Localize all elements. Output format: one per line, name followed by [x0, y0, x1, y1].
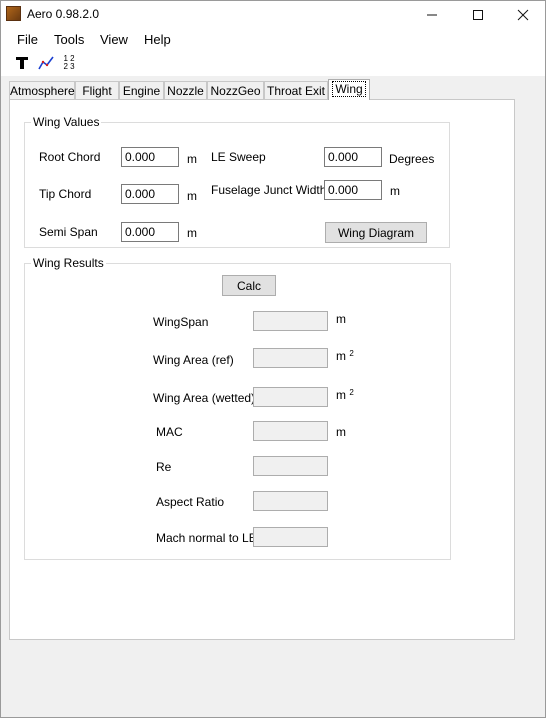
wing-area-wetted-unit-base: m: [336, 388, 346, 402]
wing-area-wetted-output: [253, 387, 328, 407]
menu-bar: File Tools View Help: [1, 28, 545, 50]
text-tool-icon[interactable]: [13, 54, 31, 72]
tip-chord-input[interactable]: [121, 184, 179, 204]
semi-span-input[interactable]: [121, 222, 179, 242]
close-button[interactable]: [500, 1, 546, 28]
wingspan-unit: m: [336, 312, 346, 326]
maximize-button[interactable]: [455, 1, 501, 28]
maximize-icon: [473, 9, 483, 20]
wing-area-ref-unit-base: m: [336, 349, 346, 363]
mach-normal-output: [253, 527, 328, 547]
wingspan-label: WingSpan: [153, 315, 209, 329]
tab-atmosphere[interactable]: Atmosphere: [9, 81, 75, 100]
wing-values-group: Wing Values Root Chord m Tip Chord m Sem…: [24, 115, 450, 248]
mac-label: MAC: [156, 425, 183, 439]
tab-flight[interactable]: Flight: [75, 81, 119, 100]
le-sweep-unit: Degrees: [389, 152, 435, 166]
tip-chord-label: Tip Chord: [39, 187, 92, 201]
wing-area-wetted-unit-sup: 2: [349, 388, 354, 397]
wing-diagram-button[interactable]: Wing Diagram: [325, 222, 427, 243]
aspect-ratio-output: [253, 491, 328, 511]
grid-row-2: 2 3: [63, 62, 75, 71]
semi-span-label: Semi Span: [39, 225, 98, 239]
re-output: [253, 456, 328, 476]
toolbar: 1 2 2 3: [1, 50, 545, 76]
root-chord-label: Root Chord: [39, 150, 101, 164]
root-chord-unit: m: [187, 152, 197, 166]
fuselage-junct-width-input[interactable]: [324, 180, 382, 200]
title-bar[interactable]: Aero 0.98.2.0: [1, 1, 545, 28]
menu-view[interactable]: View: [100, 32, 128, 47]
wing-area-wetted-label: Wing Area (wetted): [153, 391, 256, 405]
menu-tools[interactable]: Tools: [54, 32, 84, 47]
wing-area-ref-unit-sup: 2: [349, 349, 354, 358]
close-icon: [517, 9, 529, 20]
le-sweep-input[interactable]: [324, 147, 382, 167]
tab-wing-label: Wing: [332, 81, 366, 97]
graph-line-icon[interactable]: [37, 54, 55, 72]
tip-chord-unit: m: [187, 189, 197, 203]
minimize-button[interactable]: [409, 1, 455, 28]
window-title: Aero 0.98.2.0: [27, 7, 100, 21]
re-label: Re: [156, 460, 172, 474]
minimize-icon: [427, 14, 437, 15]
tab-nozzle[interactable]: Nozzle: [164, 81, 207, 100]
wing-area-ref-output: [253, 348, 328, 368]
fuselage-junct-width-label: Fuselage Junct Width: [211, 183, 327, 197]
aspect-ratio-label: Aspect Ratio: [156, 495, 225, 509]
wing-results-group: Wing Results Calc WingSpan m Wing Area (…: [24, 256, 451, 560]
wing-values-label: Wing Values: [31, 115, 102, 129]
wingspan-output: [253, 311, 328, 331]
mac-unit: m: [336, 425, 346, 439]
tab-engine[interactable]: Engine: [119, 81, 164, 100]
wing-tab-page: Wing Values Root Chord m Tip Chord m Sem…: [9, 99, 515, 640]
mach-normal-label: Mach normal to LE: [156, 531, 257, 545]
menu-file[interactable]: File: [17, 32, 38, 47]
number-grid-icon[interactable]: 1 2 2 3: [60, 54, 78, 72]
mac-output: [253, 421, 328, 441]
wing-area-ref-label: Wing Area (ref): [153, 353, 234, 367]
tab-nozzgeo[interactable]: NozzGeo: [207, 81, 264, 100]
calc-button[interactable]: Calc: [222, 275, 276, 296]
semi-span-unit: m: [187, 226, 197, 240]
wing-area-wetted-unit: m 2: [336, 388, 354, 402]
wing-results-label: Wing Results: [31, 256, 106, 270]
app-window: Aero 0.98.2.0 File Tools View Help 1 2 2…: [0, 0, 546, 718]
fuselage-junct-width-unit: m: [390, 184, 400, 198]
le-sweep-label: LE Sweep: [211, 150, 266, 164]
menu-help[interactable]: Help: [144, 32, 171, 47]
root-chord-input[interactable]: [121, 147, 179, 167]
tab-wing[interactable]: Wing: [328, 79, 370, 100]
app-icon: [6, 6, 21, 21]
wing-area-ref-unit: m 2: [336, 349, 354, 363]
tab-throat-exit[interactable]: Throat Exit: [264, 81, 328, 100]
